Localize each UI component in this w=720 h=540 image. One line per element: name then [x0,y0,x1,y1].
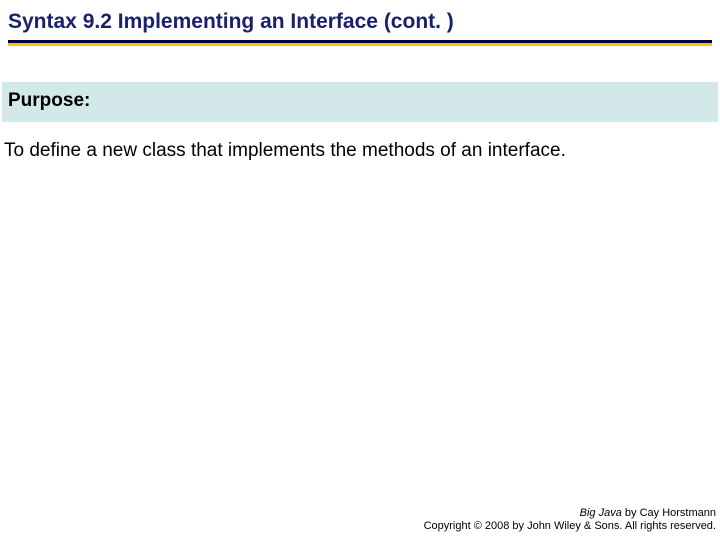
title-main: Implementing an Interface [112,10,384,33]
title-continuation: (cont. ) [384,10,454,33]
slide-title: Syntax 9.2 Implementing an Interface (co… [8,10,712,40]
slide: Syntax 9.2 Implementing an Interface (co… [0,0,720,540]
footer-book-title: Big Java [580,507,622,519]
purpose-label-box: Purpose: [2,82,718,122]
footer: Big Java by Cay Horstmann Copyright © 20… [424,507,716,535]
footer-byline: by Cay Horstmann [622,507,716,519]
title-prefix: Syntax 9.2 [8,10,112,33]
purpose-body-text: To define a new class that implements th… [4,138,716,164]
title-underline-yellow [8,43,712,46]
footer-line-1: Big Java by Cay Horstmann [424,507,716,521]
title-area: Syntax 9.2 Implementing an Interface (co… [8,10,712,46]
footer-copyright: Copyright © 2008 by John Wiley & Sons. A… [424,520,716,534]
purpose-label: Purpose: [8,90,712,112]
